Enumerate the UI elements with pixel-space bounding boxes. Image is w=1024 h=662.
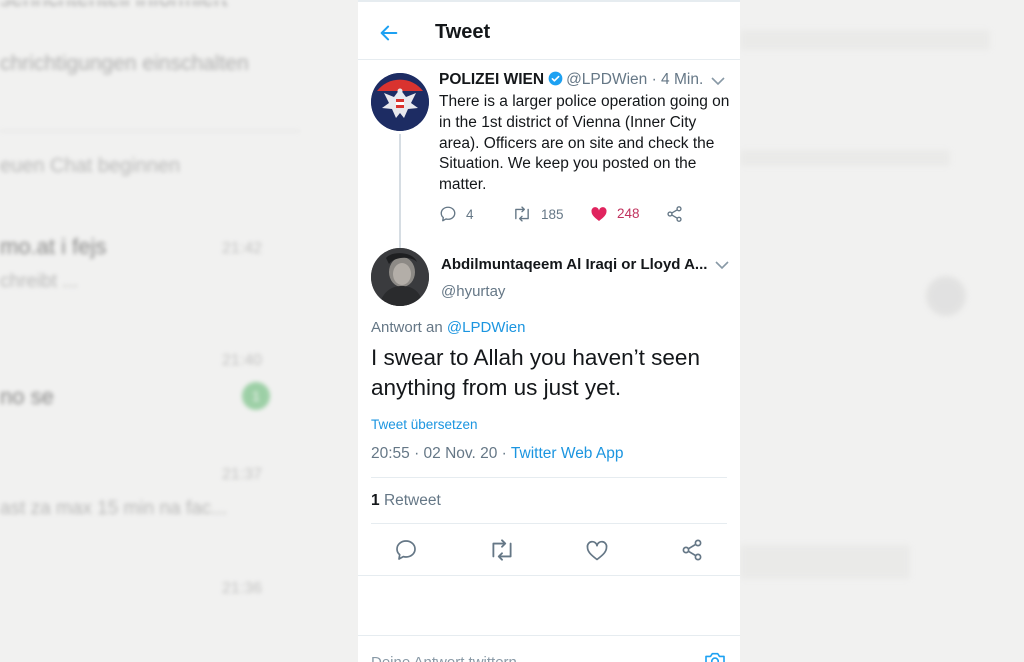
background-fab <box>926 276 966 316</box>
author-name[interactable]: Abdilmuntaqeem Al Iraqi or Lloyd A... <box>441 256 709 273</box>
chevron-down-icon[interactable] <box>711 76 725 86</box>
background-chat-name: mo.at i fejs <box>0 234 107 259</box>
author-name[interactable]: POLIZEI WIEN <box>439 71 544 88</box>
tweet-header: POLIZEI WIEN @LPDWien · 4 Min. <box>439 71 703 89</box>
reply-context: Antwort an @LPDWien <box>371 319 525 336</box>
page-title: Tweet <box>435 21 491 43</box>
tweet-text: I swear to Allah you haven’t seen anythi… <box>371 345 700 400</box>
background-notifications-label: chrichtigungen einschalten <box>0 52 249 75</box>
arrow-left-icon[interactable] <box>378 22 400 44</box>
retweet-stat-count: 1 <box>371 492 380 509</box>
reply-prefix: Antwort an <box>371 319 443 336</box>
tweet-text: There is a larger police operation going… <box>439 93 730 194</box>
user-photo-icon <box>371 248 429 306</box>
share-icon <box>667 206 682 222</box>
background-divider <box>0 130 300 132</box>
background-title: sehrichtenteil informiert <box>0 0 227 12</box>
background-chat-time: 21:37 <box>222 466 263 483</box>
verified-badge-icon <box>548 71 563 86</box>
share-icon[interactable] <box>680 538 704 562</box>
thread-line <box>399 134 401 248</box>
reply-input[interactable]: Deine Antwort twittern <box>371 654 517 662</box>
background-chat-time: 21:36 <box>222 580 263 597</box>
divider <box>358 635 740 636</box>
tweet-action-bar <box>358 536 740 564</box>
like-count: 248 <box>617 206 640 221</box>
retweet-icon <box>515 206 529 222</box>
reply-icon[interactable] <box>394 538 418 562</box>
avatar[interactable] <box>371 73 429 131</box>
divider <box>371 523 727 524</box>
author-handle[interactable]: @LPDWien <box>566 71 647 88</box>
like-button[interactable]: 248 <box>590 205 640 222</box>
chevron-down-icon[interactable] <box>715 260 729 270</box>
timestamp-text: 20:55 · 02 Nov. 20 · <box>371 445 507 462</box>
retweet-button[interactable]: 185 <box>512 205 564 223</box>
reply-icon <box>440 206 456 222</box>
divider <box>371 477 727 478</box>
background-chat-time: 21:42 <box>222 240 263 257</box>
camera-icon[interactable] <box>704 651 726 662</box>
police-eagle-logo-icon <box>371 73 429 131</box>
source-link[interactable]: Twitter Web App <box>511 445 624 462</box>
tweet-time-ago: · 4 Min. <box>651 71 704 88</box>
divider <box>358 575 740 576</box>
author-handle[interactable]: @hyurtay <box>441 283 505 300</box>
background-chat-time: 21:40 <box>222 352 263 369</box>
background-new-chat-label: euen Chat beginnen <box>0 155 181 177</box>
background-right-pane <box>740 0 1024 662</box>
tweet-detail-screen: Tweet POLIZEI WIEN @LPDWien · 4 Min. Ther… <box>358 0 740 662</box>
heart-icon[interactable] <box>585 538 609 562</box>
top-bar: Tweet <box>358 0 740 60</box>
retweet-count: 185 <box>541 206 564 222</box>
retweet-icon[interactable] <box>488 538 516 562</box>
tweet-timestamp: 20:55 · 02 Nov. 20 · Twitter Web App <box>371 445 623 463</box>
background-chat-preview: chreibt ... <box>0 271 79 292</box>
reply-count: 4 <box>466 206 474 222</box>
reply-button[interactable]: 4 <box>439 205 474 223</box>
background-chat-name: ast za max 15 min na fac... <box>0 498 228 519</box>
background-chat-list: sehrichtenteil informiert chrichtigungen… <box>0 0 310 662</box>
retweet-stat-label: Retweet <box>383 492 441 509</box>
avatar[interactable] <box>371 248 429 306</box>
background-chat-name: no se <box>0 384 54 409</box>
retweet-stats[interactable]: 1 Retweet <box>371 492 441 510</box>
heart-icon <box>591 207 607 221</box>
share-button[interactable] <box>665 205 684 223</box>
translate-tweet-link[interactable]: Tweet übersetzen <box>371 417 478 432</box>
reply-to-link[interactable]: @LPDWien <box>447 319 526 336</box>
background-unread-badge: 1 <box>242 382 270 410</box>
